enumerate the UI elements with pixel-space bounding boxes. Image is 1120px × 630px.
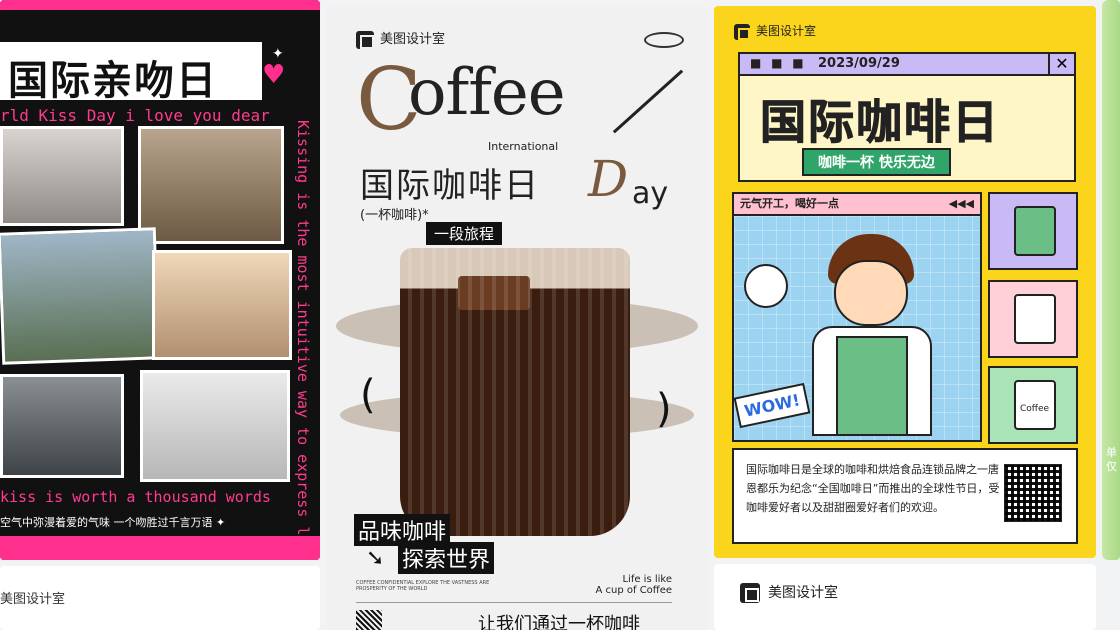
arrows-icon: ◀◀◀ [948,197,974,210]
life-quote: Life is like A cup of Coffee [595,574,673,596]
heart-icon: ♥ [262,60,286,90]
photo-couple-4 [152,250,292,360]
day-suffix: ay [632,176,669,211]
photo-couple-1 [0,126,124,226]
title-banner: 咖啡一杯 快乐无边 [802,148,951,176]
photo-couple-2 [138,126,284,244]
clock-icon [744,264,788,308]
window-date: 2023/09/29 [818,56,900,71]
title-slash [612,69,684,134]
coffee-bag-tile [988,192,1078,270]
description-text: 国际咖啡日是全球的咖啡和烘焙食品连锁品牌之一唐恩都乐为纪念“全国咖啡日”而推出的… [746,463,1000,514]
template-card-partial[interactable]: 单仅 [1102,0,1120,560]
big-title: 国际咖啡日 [760,95,1000,150]
divider [356,602,672,603]
card-title: 国际亲吻日 [8,58,218,104]
close-icon: ✕ [1048,54,1074,74]
blender-tile [988,280,1078,358]
coffee-bag-icon [1014,206,1056,256]
photo-couple-5 [0,374,124,478]
template-card-next-right[interactable]: 美图设计室 [714,564,1096,630]
brand-logo-icon [740,583,760,603]
template-card-yellow-coffee[interactable]: 美图设计室 ■ ■ ■ 2023/09/29 ✕ 国际咖啡日 咖啡一杯 快乐无边… [714,6,1096,558]
chinese-title: 国际咖啡日 [360,166,540,206]
blender-icon [1014,294,1056,344]
brand-label: 美图设计室 [0,592,66,607]
cup-text: (一杯咖啡)* [360,208,429,223]
photo-couple-6 [140,370,290,482]
panel-titlebar: 元气开工，喝好一点 ◀◀◀ [734,194,980,216]
template-card-kiss-day[interactable]: 国际亲吻日 ✦ ♥ rld Kiss Day i love you dear K… [0,0,320,560]
bottom-text: 让我们通过一杯咖啡 [478,614,640,630]
title-coffee: offee [408,56,566,130]
paren-right: ) [656,386,672,432]
coffee-cup-label: Coffee [1020,404,1050,414]
card-subtitle: rld Kiss Day i love you dear [0,106,270,125]
partial-card-bg [1102,0,1120,560]
window-dots: ■ ■ ■ [750,56,807,70]
explore-label: 探索世界 [398,542,495,574]
template-card-coffee-day[interactable]: 美图设计室 C offee International 国际咖啡日 D ay (… [326,6,708,630]
pink-torn-edge-bottom [0,536,320,560]
template-grid: 国际亲吻日 ✦ ♥ rld Kiss Day i love you dear K… [0,0,1120,630]
international-label: International [488,140,559,153]
partial-card-text: 单仅 [1106,446,1117,473]
qr-code-icon [1004,464,1062,522]
brand-logo-icon [356,30,374,49]
template-card-next-left[interactable]: 美图设计室 [0,566,320,630]
journey-label: 一段旅程 [426,222,503,245]
vertical-text: Kissing is the most intuitive way to exp… [294,120,312,560]
pink-torn-edge [0,0,320,10]
illustration-panel: 元气开工，喝好一点 ◀◀◀ WOW! [732,192,982,442]
bottom-slogan: kiss is worth a thousand words [0,488,271,506]
brand-label: 美图设计室 [740,582,838,603]
brand-label: 美图设计室 [734,22,816,40]
brand-label: 美图设计室 [356,28,445,49]
window-titlebar: ■ ■ ■ 2023/09/29 ✕ [740,54,1074,76]
arrow-icon: ➘ [366,546,385,571]
fine-print: COFFEE CONFIDENTIAL EXPLORE THE VASTNESS… [356,580,490,592]
barista-illustration [812,234,932,436]
bottom-caption: 空气中弥漫着爱的气味 一个吻胜过千言万语 ✦ [0,516,226,529]
description-box: 国际咖啡日是全球的咖啡和烘焙食品连锁品牌之一唐恩都乐为纪念“全国咖啡日”而推出的… [732,448,1078,544]
paren-left: ( [360,372,376,418]
brand-logo-icon [734,23,750,40]
coffee-cup-tile: Coffee [988,366,1078,444]
glass-ribs [400,248,630,536]
photo-couple-3 [0,227,161,365]
coffee-glass-image [400,248,630,536]
day-d-letter: D [588,150,629,208]
qr-code-icon [356,610,382,630]
globe-icon [644,32,684,48]
